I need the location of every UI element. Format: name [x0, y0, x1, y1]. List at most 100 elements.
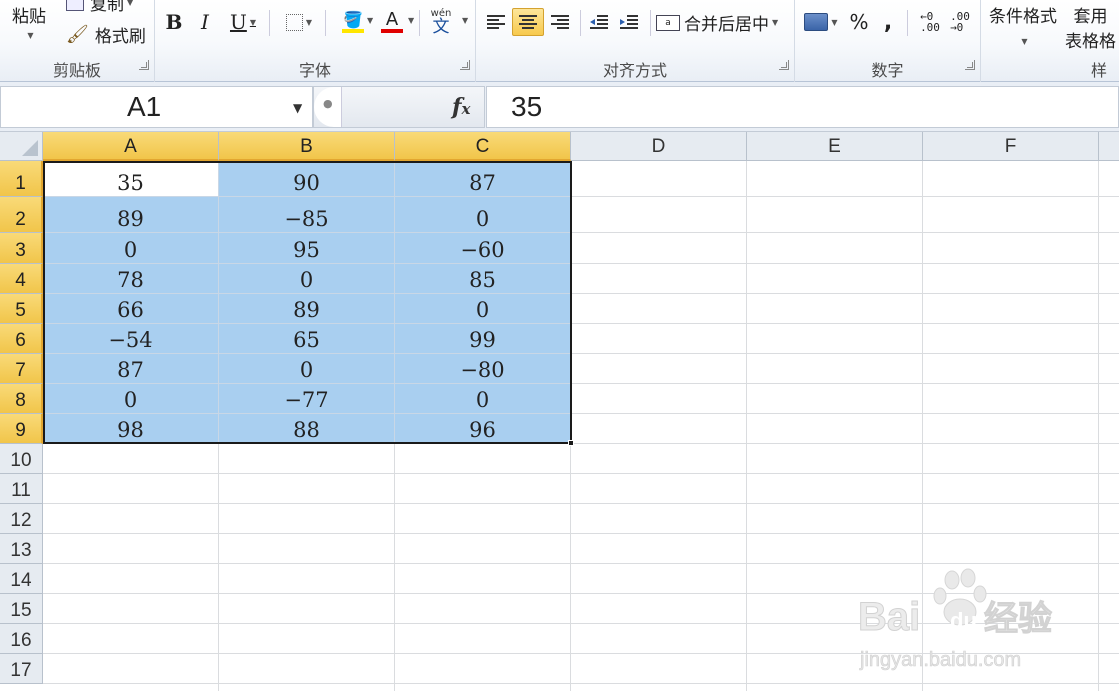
percent-label: %	[849, 10, 869, 34]
bold-button[interactable]: B	[161, 8, 187, 36]
fill-color-icon: 🪣	[343, 9, 363, 29]
row-header-16[interactable]: 16	[0, 624, 43, 654]
table-cell[interactable]: 85	[395, 264, 571, 294]
table-cell[interactable]: 0	[219, 354, 395, 384]
merge-center-button[interactable]: a 合并后居中 ▼	[656, 10, 778, 35]
conditional-format-button[interactable]: 条件格式 ▼	[989, 2, 1057, 46]
decrease-decimal-button[interactable]: .00 →0	[947, 8, 973, 36]
name-box[interactable]: A1 ▼	[0, 86, 313, 128]
row-header-7[interactable]: 7	[0, 354, 43, 384]
row-header-12[interactable]: 12	[0, 504, 43, 534]
chevron-down-icon[interactable]: ▼	[367, 16, 373, 25]
chevron-down-icon: ▼	[127, 0, 134, 7]
paste-button[interactable]: 粘贴 ▼	[12, 2, 46, 40]
chevron-down-icon[interactable]: ▼	[408, 16, 414, 25]
table-cell[interactable]: 0	[43, 384, 219, 414]
table-cell[interactable]: 90	[219, 161, 395, 197]
chevron-down-icon[interactable]: ▼	[462, 16, 468, 25]
table-cell[interactable]: 96	[395, 414, 571, 444]
select-all-button[interactable]	[0, 132, 43, 161]
chevron-down-icon: ▼	[772, 18, 779, 27]
font-color-button[interactable]: A	[377, 8, 407, 36]
table-cell[interactable]: 0	[43, 233, 219, 264]
table-cell[interactable]: 89	[219, 294, 395, 324]
border-button[interactable]: ▼	[279, 8, 319, 36]
copy-button[interactable]: 复制 ▼	[66, 0, 133, 15]
percent-button[interactable]: %	[847, 8, 871, 36]
increase-indent-button[interactable]	[616, 8, 642, 36]
row-header-11[interactable]: 11	[0, 474, 43, 504]
font-launcher-icon[interactable]	[460, 60, 470, 70]
table-cell[interactable]: −60	[395, 233, 571, 264]
formula-input[interactable]: 35	[486, 86, 1119, 128]
align-left-button[interactable]	[482, 8, 510, 36]
alignment-launcher-icon[interactable]	[779, 60, 789, 70]
table-cell[interactable]: 88	[219, 414, 395, 444]
table-cell[interactable]: 87	[43, 354, 219, 384]
column-header-f[interactable]: F	[923, 132, 1099, 161]
table-cell[interactable]: 65	[219, 324, 395, 354]
table-cell[interactable]: 95	[219, 233, 395, 264]
row-header-15[interactable]: 15	[0, 594, 43, 624]
table-cell[interactable]: −77	[219, 384, 395, 414]
fill-handle[interactable]	[568, 440, 574, 446]
table-cell[interactable]: 0	[395, 197, 571, 233]
table-cell[interactable]: 78	[43, 264, 219, 294]
column-header-b[interactable]: B	[219, 132, 395, 161]
table-cell[interactable]: 66	[43, 294, 219, 324]
row-header-17[interactable]: 17	[0, 654, 43, 684]
increase-decimal-button[interactable]: ←0.00	[917, 8, 943, 36]
number-launcher-icon[interactable]	[965, 60, 975, 70]
format-painter-button[interactable]: 🖌 格式刷	[66, 22, 146, 47]
row-header-13[interactable]: 13	[0, 534, 43, 564]
grid-row-line	[43, 473, 1119, 474]
row-header-2[interactable]: 2	[0, 197, 43, 233]
grid-row-line	[43, 563, 1119, 564]
row-header-8[interactable]: 8	[0, 384, 43, 414]
phonetic-button[interactable]: wén 文	[427, 8, 455, 36]
table-cell[interactable]: 89	[43, 197, 219, 233]
underline-button[interactable]: U ▼	[223, 8, 263, 36]
table-cell[interactable]: −54	[43, 324, 219, 354]
row-header-1[interactable]: 1	[0, 161, 43, 197]
styles-group-label: 样	[1091, 61, 1108, 80]
active-cell[interactable]: 35	[43, 161, 219, 197]
row-header-10[interactable]: 10	[0, 444, 43, 474]
table-cell[interactable]: −80	[395, 354, 571, 384]
chevron-down-icon: ▼	[27, 31, 34, 40]
currency-button[interactable]: ▼	[801, 8, 841, 36]
name-box-value: A1	[127, 91, 162, 122]
row-header-6[interactable]: 6	[0, 324, 43, 354]
clipboard-launcher-icon[interactable]	[139, 60, 149, 70]
styles-group: 条件格式 ▼ 套用 表格格 样	[981, 0, 1119, 82]
table-format-button[interactable]: 套用 表格格	[1065, 2, 1116, 52]
column-header-c[interactable]: C	[395, 132, 571, 161]
alignment-group: a 合并后居中 ▼ 对齐方式	[476, 0, 795, 82]
column-header-e[interactable]: E	[747, 132, 923, 161]
table-cell[interactable]: 99	[395, 324, 571, 354]
table-cell[interactable]: 0	[219, 264, 395, 294]
fx-icon[interactable]: fx	[452, 94, 470, 120]
chevron-down-icon[interactable]: ▼	[293, 101, 302, 115]
table-cell[interactable]: 98	[43, 414, 219, 444]
separator	[419, 10, 420, 36]
table-cell[interactable]: −85	[219, 197, 395, 233]
column-header-next[interactable]	[1099, 132, 1119, 161]
chevron-down-icon: ▼	[305, 17, 313, 27]
comma-button[interactable]: ,	[877, 8, 899, 36]
row-header-3[interactable]: 3	[0, 233, 43, 264]
table-cell[interactable]: 0	[395, 294, 571, 324]
row-header-14[interactable]: 14	[0, 564, 43, 594]
row-header-9[interactable]: 9	[0, 414, 43, 444]
italic-button[interactable]: I	[193, 8, 217, 36]
table-cell[interactable]: 87	[395, 161, 571, 197]
font-color-bar	[381, 29, 403, 33]
table-cell[interactable]: 0	[395, 384, 571, 414]
row-header-5[interactable]: 5	[0, 294, 43, 324]
column-header-a[interactable]: A	[43, 132, 219, 161]
align-center-button[interactable]	[512, 8, 544, 36]
row-header-4[interactable]: 4	[0, 264, 43, 294]
decrease-indent-button[interactable]	[586, 8, 612, 36]
column-header-d[interactable]: D	[571, 132, 747, 161]
align-right-button[interactable]	[546, 8, 574, 36]
